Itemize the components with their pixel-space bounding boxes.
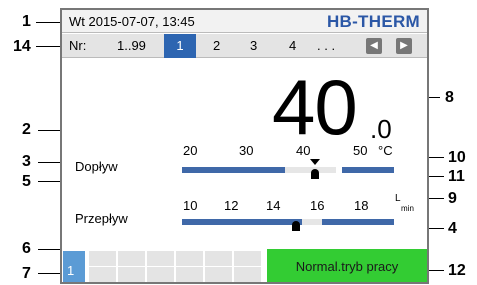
nav-prefix: Nr: (69, 38, 87, 53)
callout-3: 3 (22, 153, 31, 170)
bottom-bar: 1 Normal.tryb pracy (62, 249, 427, 282)
menu-cell[interactable] (176, 267, 203, 282)
temperature-value: 40 (272, 63, 358, 151)
flow-tick: 10 (183, 198, 198, 213)
device-screen: Wt 2015-07-07, 13:45 HB-THERM Nr: 1..99 … (60, 8, 429, 284)
menu-cell[interactable] (89, 251, 116, 266)
menu-cell[interactable] (176, 251, 203, 266)
datetime: Wt 2015-07-07, 13:45 (69, 14, 195, 29)
skip-back-icon[interactable]: ◀ (366, 38, 382, 54)
callout-11: 11 (448, 168, 465, 185)
supply-unit: °C (378, 143, 393, 158)
operating-mode-status[interactable]: Normal.tryb pracy (267, 249, 427, 282)
menu-cell[interactable] (234, 251, 261, 266)
supply-tick: 50 (353, 143, 368, 158)
supply-bar (182, 167, 394, 173)
flow-unit-top: L (395, 193, 401, 204)
flow-tick: 14 (266, 198, 281, 213)
callout-6: 6 (22, 240, 31, 257)
menu-cell[interactable] (205, 251, 232, 266)
nav-ellipsis: . . . (317, 38, 336, 53)
callout-9: 9 (448, 190, 457, 207)
callout-4: 4 (448, 220, 457, 237)
status-bar: Wt 2015-07-07, 13:45 HB-THERM (62, 10, 427, 33)
nav-page-4[interactable]: 4 (289, 34, 296, 58)
supply-label: Dopływ (75, 159, 118, 174)
supply-tick: 40 (296, 143, 311, 158)
menu-cell[interactable] (234, 267, 261, 282)
skip-forward-icon[interactable]: ▶ (396, 38, 412, 54)
supply-tick: 20 (183, 143, 198, 158)
menu-cell[interactable] (205, 267, 232, 282)
menu-cell[interactable] (89, 267, 116, 282)
supply-tick: 30 (239, 143, 254, 158)
nav-page-1[interactable]: 1 (164, 34, 196, 58)
temperature-decimal: .0 (370, 114, 392, 144)
callout-5: 5 (22, 173, 31, 190)
callout-14: 14 (13, 38, 31, 55)
callout-7: 7 (22, 265, 31, 282)
callout-2: 2 (22, 121, 31, 138)
page-indicator[interactable]: 1 (63, 251, 85, 282)
nav-page-2[interactable]: 2 (213, 34, 220, 58)
flow-actual-marker-icon (292, 221, 300, 231)
setpoint-arrow-icon (310, 159, 320, 165)
flow-tick: 16 (310, 198, 325, 213)
flow-label: Przepływ (75, 211, 128, 226)
callout-12: 12 (448, 262, 466, 279)
menu-cell[interactable] (147, 267, 174, 282)
menu-cell[interactable] (147, 251, 174, 266)
flow-bar (182, 219, 394, 225)
callout-1: 1 (22, 13, 31, 30)
flow-unit-bottom: min (401, 204, 414, 213)
main-panel: 40 .0 Dopływ 20 30 40 50 °C Przepływ 10 … (62, 59, 427, 247)
menu-cell[interactable] (118, 267, 145, 282)
callout-10: 10 (448, 149, 466, 166)
flow-tick: 12 (224, 198, 239, 213)
flow-tick: 18 (354, 198, 369, 213)
brand-logo: HB-THERM (326, 12, 420, 31)
unit-nav-bar: Nr: 1..99 1 2 3 4 . . . ◀ ▶ (62, 34, 427, 58)
nav-page-3[interactable]: 3 (250, 34, 257, 58)
supply-actual-marker-icon (311, 169, 319, 179)
menu-cell[interactable] (118, 251, 145, 266)
nav-range[interactable]: 1..99 (117, 34, 146, 58)
callout-8: 8 (445, 89, 454, 106)
